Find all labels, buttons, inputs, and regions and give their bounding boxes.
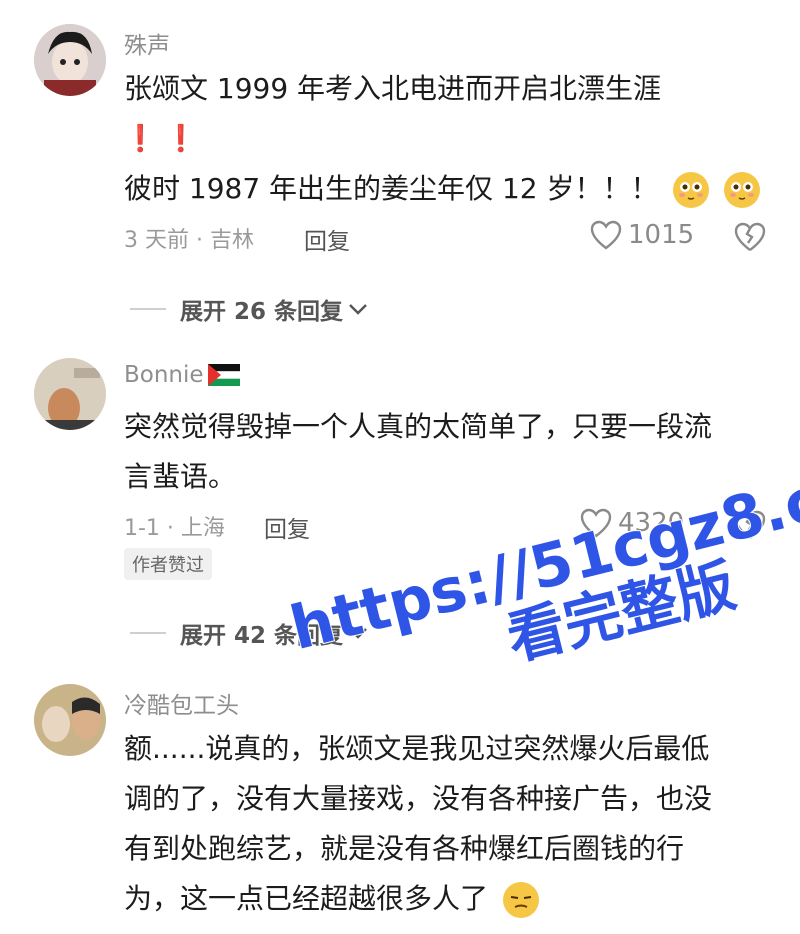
comment-line: 言蜚语。 [124, 460, 237, 493]
avatar[interactable] [34, 24, 106, 96]
comment-line: 额......说真的，张颂文是我见过突然爆火后最低 [124, 732, 710, 765]
avatar[interactable] [34, 358, 106, 430]
comment-line: 调的了，没有大量接戏，没有各种接广告，也没 [124, 782, 713, 815]
flag-icon [207, 364, 240, 386]
comment-line: 有到处跑综艺，就是没有各种爆红后圈钱的行 [124, 832, 685, 865]
shy-face-emoji-icon [673, 172, 710, 208]
comment-author[interactable]: 殊声 [124, 26, 170, 60]
comment-text: 突然觉得毁掉一个人真的太简单了，只要一段流 言蜚语。 [124, 402, 774, 502]
dislike-button[interactable] [734, 222, 766, 256]
reply-button[interactable]: 回复 [264, 510, 310, 544]
comment-meta: 1-1 · 上海 [124, 516, 225, 541]
divider [130, 632, 166, 634]
reply-button[interactable]: 回复 [304, 222, 350, 256]
comment-line: 突然觉得毁掉一个人真的太简单了，只要一段流 [124, 410, 713, 443]
like-button[interactable]: 1015 [590, 220, 694, 250]
divider [130, 308, 166, 310]
author-liked-badge: 作者赞过 [124, 548, 212, 580]
like-count: 1015 [628, 220, 695, 250]
comment-author[interactable]: Bonnie [124, 362, 240, 388]
chevron-down-icon [349, 304, 367, 315]
expand-replies-button[interactable]: 展开 26 条回复 [130, 292, 369, 326]
comment-line: 为，这一点已经超越很多人了 [124, 882, 489, 915]
smirk-face-emoji-icon [502, 882, 539, 918]
broken-heart-icon [734, 222, 766, 251]
shy-face-emoji-icon [724, 172, 761, 208]
comment-text: 额......说真的，张颂文是我见过突然爆火后最低 调的了，没有大量接戏，没有各… [124, 724, 774, 924]
comment-line: 张颂文 1999 年考入北电进而开启北漂生涯 [124, 72, 662, 105]
comment-line: 彼时 1987 年出生的姜尘年仅 12 岁！！！ [124, 172, 659, 205]
comment-author[interactable]: 冷酷包工头 [124, 686, 239, 720]
comment-text: 张颂文 1999 年考入北电进而开启北漂生涯 ❗ ❗ 彼时 1987 年出生的姜… [124, 64, 774, 214]
exclamation-marks: ❗ ❗ [124, 124, 198, 154]
heart-icon [590, 220, 622, 250]
avatar[interactable] [34, 684, 106, 756]
comment-meta: 3 天前 · 吉林 [124, 228, 254, 253]
